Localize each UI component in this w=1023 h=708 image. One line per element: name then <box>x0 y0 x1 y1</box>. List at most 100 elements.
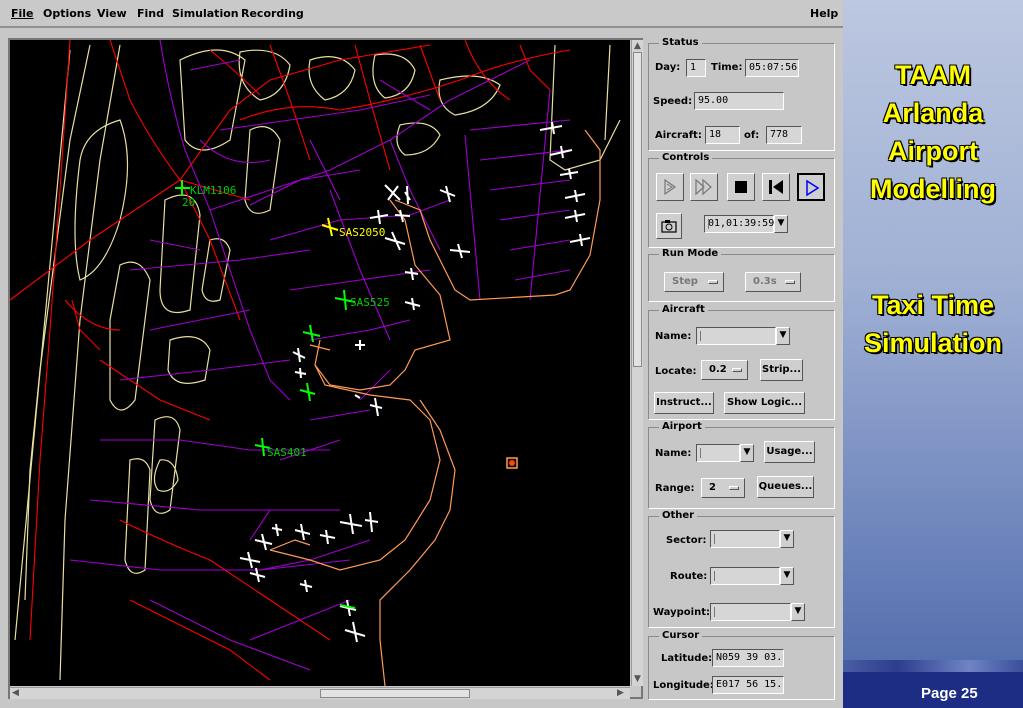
longitude-label: Longitude: <box>653 680 714 691</box>
aircraft-name-dropdown-icon[interactable]: ▼ <box>776 327 790 345</box>
time-jump-dropdown-icon[interactable]: ▼ <box>774 215 788 233</box>
sector-label: Sector: <box>666 535 707 546</box>
slide-subtitle-line: Taxi Time <box>871 290 995 320</box>
step-label: Step <box>672 276 698 287</box>
sector-field[interactable] <box>710 530 780 548</box>
page-number: Page 25 <box>921 685 978 702</box>
aircraft-symbols <box>175 121 591 643</box>
usage-button[interactable]: Usage... <box>764 441 815 463</box>
menu-bar: File Options View Find Simulation Record… <box>0 0 843 28</box>
airport-name-field[interactable] <box>696 444 740 462</box>
aircraft-title: Aircraft <box>659 304 708 315</box>
menu-help[interactable]: Help <box>810 7 838 20</box>
status-title: Status <box>659 37 702 48</box>
map-vertical-scrollbar[interactable]: ▲ ▼ <box>631 40 643 686</box>
slide-subtitle-line: Simulation <box>863 328 1002 358</box>
scroll-left-icon[interactable]: ◀ <box>12 688 19 698</box>
instruct-button[interactable]: Instruct... <box>654 392 714 414</box>
airport-map[interactable]: KLM1106 20 SAS2050 SAS525 SAS401 <box>10 40 630 686</box>
aircraft-total-field: 778 <box>766 126 802 144</box>
route-combo[interactable]: ▼ <box>710 566 794 586</box>
range-option[interactable]: 2 <box>701 478 745 498</box>
waypoint-dropdown-icon[interactable]: ▼ <box>791 603 805 621</box>
status-group: Status Day: 1 Time: 05:07:56 Speed: 95.0… <box>648 37 835 151</box>
airport-map-drawing <box>10 40 621 686</box>
menu-recording[interactable]: Recording <box>241 7 304 20</box>
strip-button[interactable]: Strip... <box>760 359 803 381</box>
play-fast-button[interactable] <box>690 173 718 201</box>
locate-option[interactable]: 0.2 <box>701 360 748 380</box>
run-mode-title: Run Mode <box>659 248 722 259</box>
route-dropdown-icon[interactable]: ▼ <box>780 567 794 585</box>
option-menu-icon <box>732 368 742 372</box>
route-field[interactable] <box>710 567 780 585</box>
slide-title-line: Modelling <box>870 174 996 204</box>
locate-label: Locate: <box>655 366 697 377</box>
slide-title-line: TAAM <box>895 60 971 90</box>
of-label: of: <box>744 130 760 141</box>
menu-view[interactable]: View <box>97 7 127 20</box>
sector-dropdown-icon[interactable]: ▼ <box>780 530 794 548</box>
aircraft-label-sas401[interactable]: SAS401 <box>267 446 307 459</box>
aircraft-name-field[interactable] <box>696 327 776 345</box>
taam-window: File Options View Find Simulation Record… <box>0 0 843 708</box>
time-jump-combo[interactable]: 01,01:39:59 ▼ <box>704 214 788 234</box>
option-menu-icon <box>708 280 718 284</box>
scroll-up-icon[interactable]: ▲ <box>634 41 641 51</box>
latitude-label: Latitude: <box>661 653 713 664</box>
menu-find[interactable]: Find <box>137 7 164 20</box>
day-field: 1 <box>686 59 706 77</box>
stop-icon <box>735 181 747 193</box>
scroll-right-icon[interactable]: ▶ <box>617 688 624 698</box>
sector-combo[interactable]: ▼ <box>710 529 794 549</box>
footer-stripe <box>843 660 1023 672</box>
play-slow-button[interactable] <box>656 173 684 201</box>
scroll-down-icon[interactable]: ▼ <box>634 674 641 684</box>
menu-file[interactable]: File <box>11 7 34 20</box>
route-label: Route: <box>670 571 708 582</box>
menu-simulation[interactable]: Simulation <box>172 7 239 20</box>
slide-title-line: Arlanda <box>882 98 984 128</box>
airport-map-frame: KLM1106 20 SAS2050 SAS525 SAS401 ▲ ▼ ◀ ▶ <box>8 38 643 699</box>
locate-value: 0.2 <box>709 364 727 375</box>
speed-label: Speed: <box>653 96 693 107</box>
camera-icon <box>661 220 677 233</box>
apron-outline <box>269 129 601 686</box>
latitude-field: N059 39 03.8 <box>712 649 784 667</box>
airport-title: Airport <box>659 421 705 432</box>
queues-button[interactable]: Queues... <box>757 476 814 498</box>
horizontal-scroll-thumb[interactable] <box>320 689 470 698</box>
interval-option[interactable]: 0.3s <box>745 272 801 292</box>
waypoint-field[interactable] <box>710 603 791 621</box>
stop-button[interactable] <box>727 173 755 201</box>
show-logic-button[interactable]: Show Logic... <box>724 392 805 414</box>
time-jump-field[interactable]: 01,01:39:59 <box>704 215 774 233</box>
airport-name-combo[interactable]: ▼ <box>696 443 754 463</box>
aircraft-name-label: Name: <box>655 331 692 342</box>
range-label: Range: <box>655 483 695 494</box>
play-button[interactable] <box>797 173 825 201</box>
aircraft-label-klm1106-level: 20 <box>182 196 196 209</box>
cursor-group: Cursor Latitude: N059 39 03.8 Longitude:… <box>648 630 835 700</box>
slide-subtitle: Taxi Time Simulation <box>843 286 1023 362</box>
speed-field[interactable]: 95.00 <box>694 92 784 110</box>
aircraft-label-sas2050[interactable]: SAS2050 <box>339 226 385 239</box>
menu-file-label: File <box>11 7 34 20</box>
aircraft-label-klm1106[interactable]: KLM1106 <box>190 184 236 197</box>
rewind-button[interactable] <box>762 173 790 201</box>
play-fast-icon <box>695 178 712 196</box>
slide-title: TAAM Arlanda Airport Modelling <box>843 56 1023 208</box>
terrain-outlines <box>14 44 621 681</box>
other-title: Other <box>659 510 698 521</box>
waypoint-combo[interactable]: ▼ <box>710 602 805 622</box>
aircraft-count-field: 18 <box>705 126 740 144</box>
taxi-route-lines <box>69 40 571 671</box>
vertical-scroll-thumb[interactable] <box>633 52 642 367</box>
menu-options[interactable]: Options <box>43 7 91 20</box>
step-option[interactable]: Step <box>664 272 724 292</box>
snapshot-button[interactable] <box>656 213 682 239</box>
aircraft-name-combo[interactable]: ▼ <box>696 326 790 346</box>
map-horizontal-scrollbar[interactable]: ◀ ▶ <box>10 687 630 699</box>
aircraft-label-sas525[interactable]: SAS525 <box>350 296 390 309</box>
airport-name-dropdown-icon[interactable]: ▼ <box>740 444 754 462</box>
